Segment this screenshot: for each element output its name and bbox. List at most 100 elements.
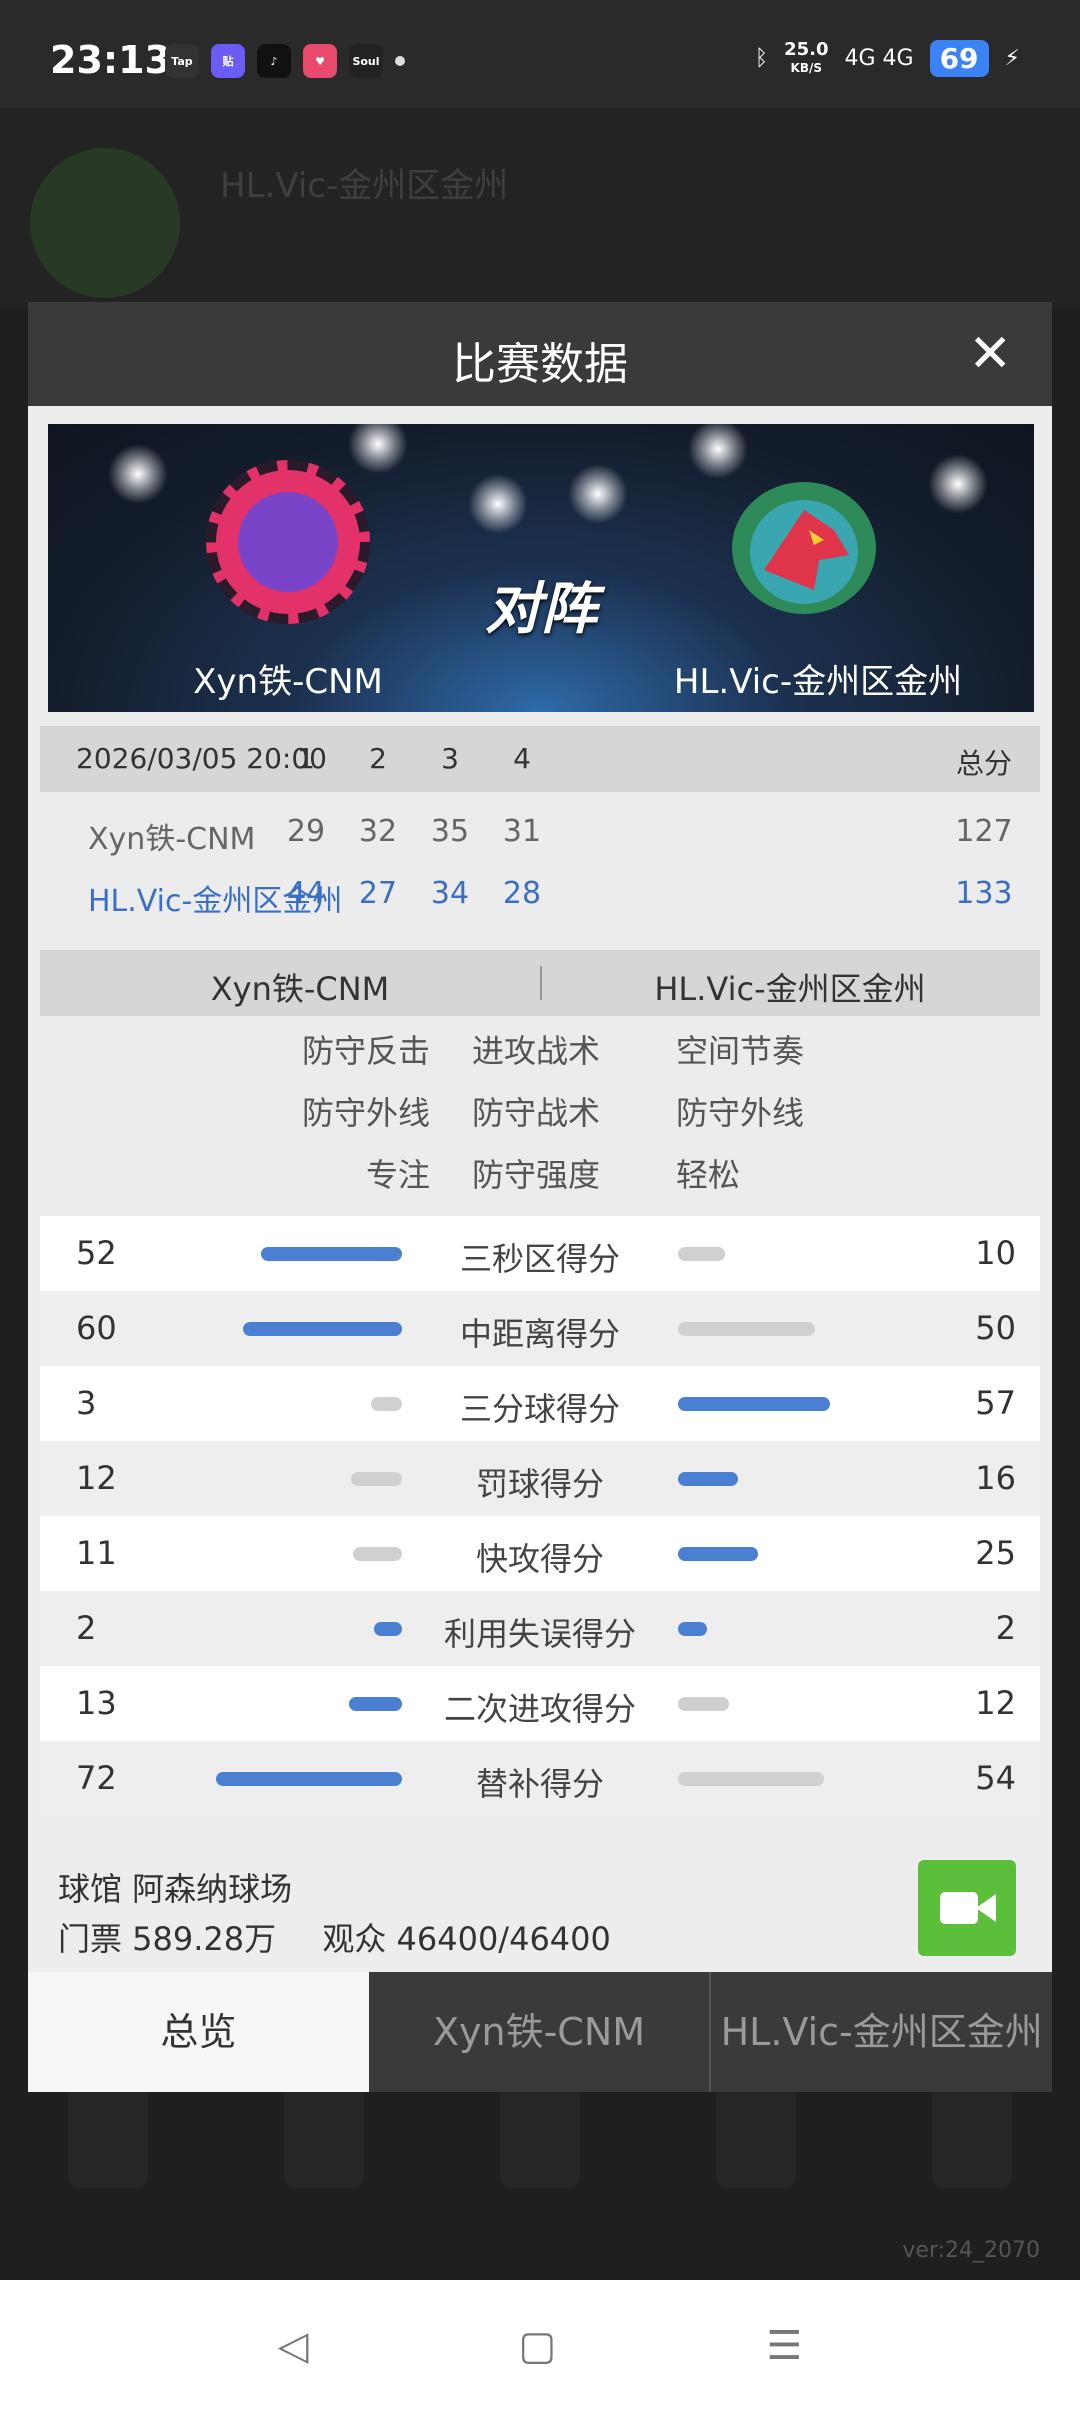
home-stat-value: 2 [76, 1609, 97, 1647]
spotlight [348, 424, 408, 474]
spotlight [928, 454, 988, 514]
team-avatar [30, 148, 180, 298]
stat-label: 罚球得分 [475, 1465, 604, 1503]
tab-overview[interactable]: 总览 [28, 1972, 369, 2092]
more-dot-icon [395, 56, 405, 66]
signal-icon: 4G 4G [844, 46, 914, 71]
home-stat-bar [243, 1322, 402, 1336]
away-stat-value: 16 [975, 1459, 1016, 1497]
stat-row: 13 二次进攻得分 12 [40, 1666, 1040, 1741]
heart-app-icon: ♥ [303, 44, 337, 78]
stat-label: 替补得分 [475, 1765, 604, 1803]
score-header: 2026/03/05 20:00 1 2 3 4 总分 [40, 726, 1040, 792]
stat-label: 二次进攻得分 [443, 1690, 636, 1728]
home-stat-value: 11 [76, 1534, 117, 1572]
system-nav-bar: ◁ ▢ ☰ [0, 2280, 1080, 2412]
menu-icon[interactable]: ☰ [766, 2323, 802, 2369]
divider [540, 966, 542, 1000]
home-stat-bar [351, 1472, 402, 1486]
home-stat-value: 3 [76, 1384, 97, 1422]
quarter-score: 27 [358, 876, 398, 911]
quarter-score: 44 [286, 876, 326, 911]
score-row-away: HL.Vic-金州区金州 44 27 34 28 133 [40, 876, 1040, 919]
tactics-table: 防守反击 进攻战术 空间节奏 防守外线 防守战术 防守外线 专注 防守强度 轻松 [40, 1016, 1040, 1202]
ticket-revenue: 门票 589.28万 [58, 1920, 277, 1958]
back-icon[interactable]: ◁ [278, 2323, 309, 2369]
home-icon[interactable]: ▢ [519, 2323, 557, 2369]
tactics-away-team: HL.Vic-金州区金州 [654, 970, 926, 1008]
venue-info: 球馆 阿森纳球场 [58, 1870, 293, 1908]
away-stat-bar [678, 1772, 824, 1786]
stat-row: 11 快攻得分 25 [40, 1516, 1040, 1591]
background-header: HL.Vic-金州区金州 [0, 108, 1080, 308]
home-stat-bar [373, 1622, 402, 1636]
stat-row: 52 三秒区得分 10 [40, 1216, 1040, 1291]
stat-label: 中距离得分 [459, 1315, 620, 1353]
video-replay-button[interactable] [918, 1860, 1016, 1956]
tactics-row: 防守外线 防守战术 防守外线 [301, 1094, 805, 1132]
video-camera-icon [940, 1892, 978, 1924]
tab-away-team[interactable]: HL.Vic-金州区金州 [709, 1972, 1052, 2092]
home-stat-value: 52 [76, 1234, 117, 1272]
away-stat-value: 54 [975, 1759, 1016, 1797]
notification-icons: Tap 贴 ♪ ♥ Soul [165, 44, 405, 78]
stat-row: 72 替补得分 54 [40, 1741, 1040, 1816]
modal-tabs: 总览 Xyn铁-CNM HL.Vic-金州区金州 [28, 1972, 1052, 2092]
spotlight [468, 474, 528, 534]
charging-icon: ⚡ [1004, 46, 1020, 71]
network-speed: 25.0 KB/S [784, 38, 829, 75]
away-stat-value: 57 [975, 1384, 1016, 1422]
away-stat-bar [678, 1697, 729, 1711]
total-score: 127 [955, 814, 1013, 849]
score-row-home: Xyn铁-CNM 29 32 35 31 127 [40, 814, 1040, 857]
away-stat-bar [678, 1397, 831, 1411]
close-icon[interactable]: ✕ [968, 326, 1012, 382]
away-stat-value: 25 [975, 1534, 1016, 1572]
tieba-app-icon: 贴 [211, 44, 245, 78]
audience-count: 观众 46400/46400 [322, 1920, 611, 1958]
tiktok-app-icon: ♪ [257, 44, 291, 78]
tactics-row: 专注 防守强度 轻松 [365, 1156, 741, 1194]
quarter-score: 29 [286, 814, 326, 849]
soul-app-icon: Soul [349, 44, 383, 78]
stat-row: 12 罚球得分 16 [40, 1441, 1040, 1516]
home-stat-bar [216, 1772, 402, 1786]
modal-header: 比赛数据 ✕ [28, 302, 1052, 406]
stat-label: 三秒区得分 [459, 1240, 620, 1278]
away-stat-value: 12 [975, 1684, 1016, 1722]
system-indicators: ᛒ 25.0 KB/S 4G 4G 69 ⚡ [755, 40, 1020, 77]
vs-label: 对阵 [485, 577, 597, 642]
tactics-row: 防守反击 进攻战术 空间节奏 [301, 1032, 805, 1070]
modal-title: 比赛数据 [452, 339, 628, 390]
total-label: 总分 [955, 747, 1012, 780]
score-table: Xyn铁-CNM 29 32 35 31 127 HL.Vic-金州区金州 44… [40, 792, 1040, 928]
tab-home-team[interactable]: Xyn铁-CNM [369, 1972, 710, 2092]
away-stat-value: 50 [975, 1309, 1016, 1347]
stat-label: 快攻得分 [475, 1540, 604, 1578]
away-stat-value: 2 [995, 1609, 1016, 1647]
away-team-name: HL.Vic-金州区金州 [673, 662, 963, 702]
home-stat-value: 12 [76, 1459, 117, 1497]
stat-row: 60 中距离得分 50 [40, 1291, 1040, 1366]
period-label: 2 [369, 742, 387, 775]
home-team-name: Xyn铁-CNM [193, 662, 383, 702]
total-score: 133 [955, 876, 1013, 911]
quarter-score: 32 [358, 814, 398, 849]
clock: 23:13 [50, 38, 171, 82]
version-label: ver:24_2070 [902, 2238, 1040, 2263]
background-title: HL.Vic-金州区金州 [220, 166, 509, 206]
tactics-header: Xyn铁-CNM HL.Vic-金州区金州 [40, 950, 1040, 1016]
team-name: Xyn铁-CNM [88, 822, 256, 857]
home-stat-bar [261, 1247, 402, 1261]
away-stat-value: 10 [975, 1234, 1016, 1272]
away-stat-bar [678, 1472, 738, 1486]
quarter-score: 31 [502, 814, 542, 849]
away-stat-bar [678, 1247, 725, 1261]
matchup-banner: 对阵 Xyn铁-CNM HL.Vic-金州区金州 [48, 424, 1034, 712]
quarter-score: 34 [430, 876, 470, 911]
away-stat-bar [678, 1622, 707, 1636]
tap-app-icon: Tap [165, 44, 199, 78]
home-stat-bar [353, 1547, 402, 1561]
away-stat-bar [678, 1547, 759, 1561]
tactics-home-team: Xyn铁-CNM [210, 970, 390, 1008]
